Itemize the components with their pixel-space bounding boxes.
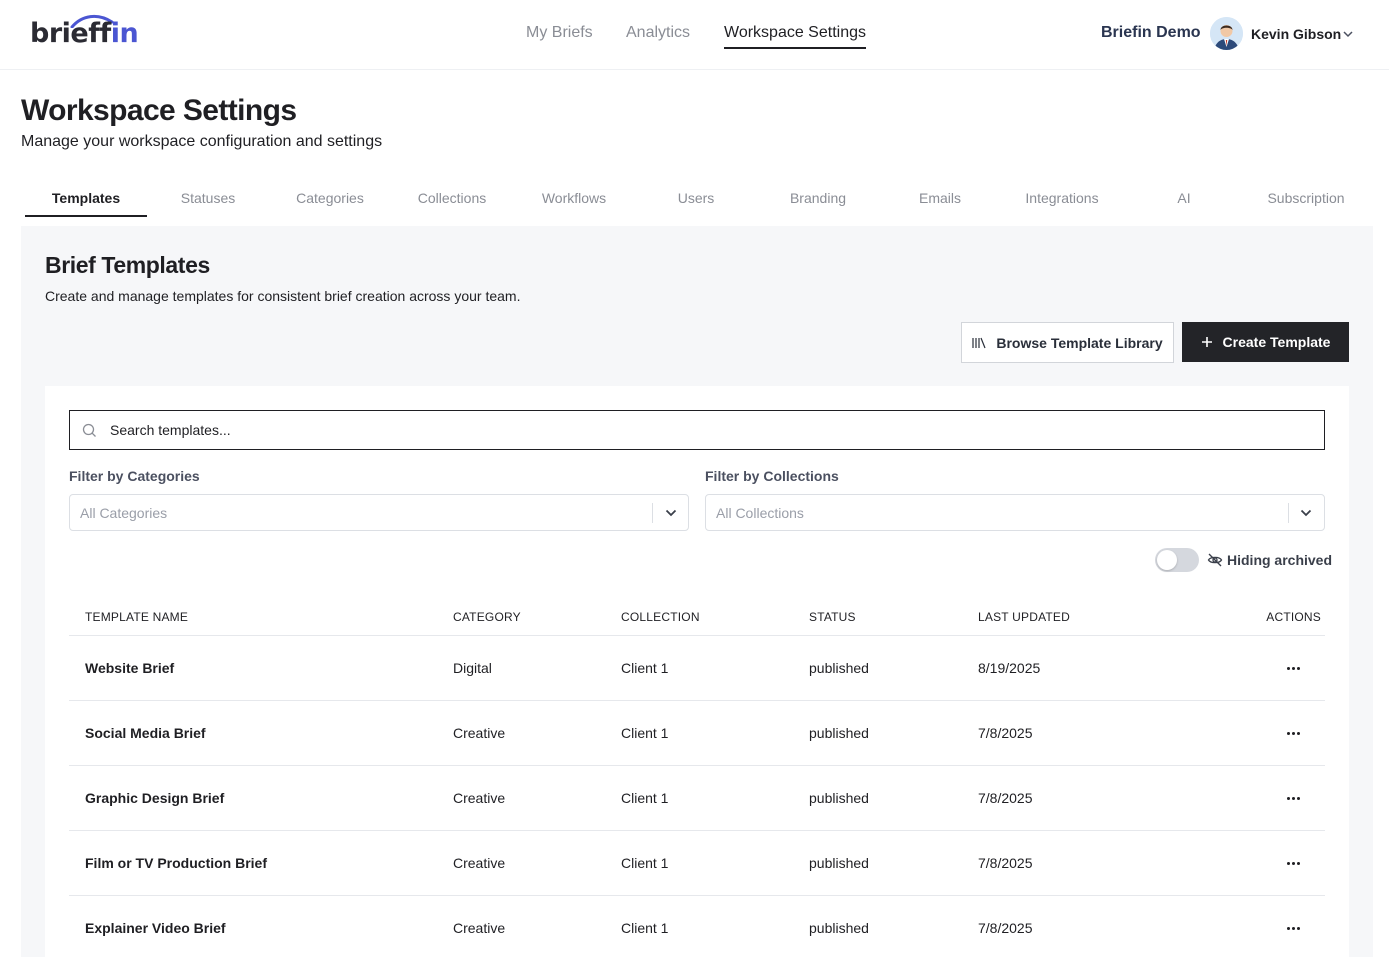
search-icon: [82, 423, 96, 437]
user-avatar[interactable]: [1210, 17, 1243, 50]
more-actions-icon[interactable]: [1281, 658, 1305, 678]
column-header-status[interactable]: STATUS: [809, 610, 856, 624]
plus-icon: [1201, 337, 1212, 347]
chevron-down-icon[interactable]: [665, 508, 677, 518]
tab-integrations[interactable]: Integrations: [1001, 180, 1123, 217]
collections-select-value: All Collections: [716, 505, 804, 521]
chevron-down-icon[interactable]: [1300, 508, 1312, 518]
table-row[interactable]: Social Media Brief Creative Client 1 pub…: [69, 701, 1325, 766]
template-name[interactable]: Social Media Brief: [85, 725, 206, 741]
tab-emails[interactable]: Emails: [879, 180, 1001, 217]
column-header-category[interactable]: CATEGORY: [453, 610, 521, 624]
templates-table: TEMPLATE NAME CATEGORY COLLECTION STATUS…: [69, 596, 1325, 961]
show-archived-toggle[interactable]: [1155, 548, 1199, 572]
tab-statuses[interactable]: Statuses: [147, 180, 269, 217]
template-name[interactable]: Explainer Video Brief: [85, 920, 226, 936]
page-title: Workspace Settings: [21, 94, 297, 127]
template-last-updated: 8/19/2025: [978, 660, 1041, 676]
templates-panel: Brief Templates Create and manage templa…: [21, 226, 1373, 957]
more-actions-icon[interactable]: [1281, 853, 1305, 873]
template-last-updated: 7/8/2025: [978, 920, 1033, 936]
table-row[interactable]: Website Brief Digital Client 1 published…: [69, 636, 1325, 701]
template-name[interactable]: Website Brief: [85, 660, 174, 676]
tab-ai[interactable]: AI: [1123, 180, 1245, 217]
template-collection: Client 1: [621, 855, 669, 871]
filter-collections-label: Filter by Collections: [705, 468, 839, 484]
toggle-knob: [1157, 550, 1177, 570]
search-input[interactable]: [110, 411, 1310, 449]
template-last-updated: 7/8/2025: [978, 855, 1033, 871]
template-status: published: [809, 725, 869, 741]
categories-select-value: All Categories: [80, 505, 168, 521]
hiding-archived-label: Hiding archived: [1227, 552, 1333, 568]
template-name[interactable]: Graphic Design Brief: [85, 790, 224, 806]
browse-template-library-button[interactable]: Browse Template Library: [961, 322, 1174, 363]
categories-select[interactable]: All Categories: [69, 494, 689, 531]
table-row[interactable]: Explainer Video Brief Creative Client 1 …: [69, 896, 1325, 961]
library-icon: [972, 337, 986, 348]
filter-categories-label: Filter by Categories: [69, 468, 200, 484]
select-separator: [652, 503, 653, 523]
settings-tabs: Templates Statuses Categories Collection…: [25, 180, 1370, 217]
template-status: published: [809, 920, 869, 936]
template-collection: Client 1: [621, 790, 669, 806]
top-bar: brieffin My Briefs Analytics Workspace S…: [0, 0, 1389, 70]
table-header: TEMPLATE NAME CATEGORY COLLECTION STATUS…: [69, 596, 1325, 636]
templates-card: Filter by Categories All Categories Filt…: [45, 386, 1349, 957]
template-last-updated: 7/8/2025: [978, 790, 1033, 806]
table-row[interactable]: Graphic Design Brief Creative Client 1 p…: [69, 766, 1325, 831]
section-title: Brief Templates: [45, 252, 210, 278]
collections-select[interactable]: All Collections: [705, 494, 1325, 531]
template-collection: Client 1: [621, 725, 669, 741]
eye-off-icon: [1207, 553, 1223, 567]
column-header-last-updated[interactable]: LAST UPDATED: [978, 610, 1070, 624]
search-box: [69, 410, 1325, 450]
tab-workflows[interactable]: Workflows: [513, 180, 635, 217]
template-category: Creative: [453, 790, 506, 806]
nav-my-briefs[interactable]: My Briefs: [526, 24, 593, 42]
table-row[interactable]: Film or TV Production Brief Creative Cli…: [69, 831, 1325, 896]
more-actions-icon[interactable]: [1281, 788, 1305, 808]
browse-template-library-label: Browse Template Library: [996, 334, 1163, 351]
template-collection: Client 1: [621, 920, 669, 936]
template-category: Creative: [453, 920, 506, 936]
create-template-label: Create Template: [1222, 334, 1331, 350]
tab-templates[interactable]: Templates: [25, 180, 147, 217]
tab-subscription[interactable]: Subscription: [1245, 180, 1367, 217]
nav-analytics[interactable]: Analytics: [626, 24, 690, 42]
column-header-template-name[interactable]: TEMPLATE NAME: [85, 610, 188, 624]
nav-workspace-settings[interactable]: Workspace Settings: [724, 24, 866, 49]
template-status: published: [809, 790, 869, 806]
more-actions-icon[interactable]: [1281, 918, 1305, 938]
template-status: published: [809, 660, 869, 676]
template-category: Digital: [453, 660, 492, 676]
template-category: Creative: [453, 855, 506, 871]
column-header-collection[interactable]: COLLECTION: [621, 610, 700, 624]
select-separator: [1288, 503, 1289, 523]
workspace-name[interactable]: Briefin Demo: [1101, 24, 1201, 42]
tab-collections[interactable]: Collections: [391, 180, 513, 217]
tab-users[interactable]: Users: [635, 180, 757, 217]
template-name[interactable]: Film or TV Production Brief: [85, 855, 267, 871]
column-header-actions: ACTIONS: [1266, 610, 1321, 624]
avatar-person-icon: [1210, 17, 1243, 50]
template-category: Creative: [453, 725, 506, 741]
tab-categories[interactable]: Categories: [269, 180, 391, 217]
template-last-updated: 7/8/2025: [978, 725, 1033, 741]
page-subtitle: Manage your workspace configuration and …: [21, 133, 383, 150]
create-template-button[interactable]: Create Template: [1182, 322, 1349, 362]
user-name[interactable]: Kevin Gibson: [1251, 26, 1341, 42]
section-description: Create and manage templates for consiste…: [45, 288, 521, 304]
template-collection: Client 1: [621, 660, 669, 676]
chevron-down-icon[interactable]: [1342, 28, 1354, 40]
tab-branding[interactable]: Branding: [757, 180, 879, 217]
template-status: published: [809, 855, 869, 871]
more-actions-icon[interactable]: [1281, 723, 1305, 743]
